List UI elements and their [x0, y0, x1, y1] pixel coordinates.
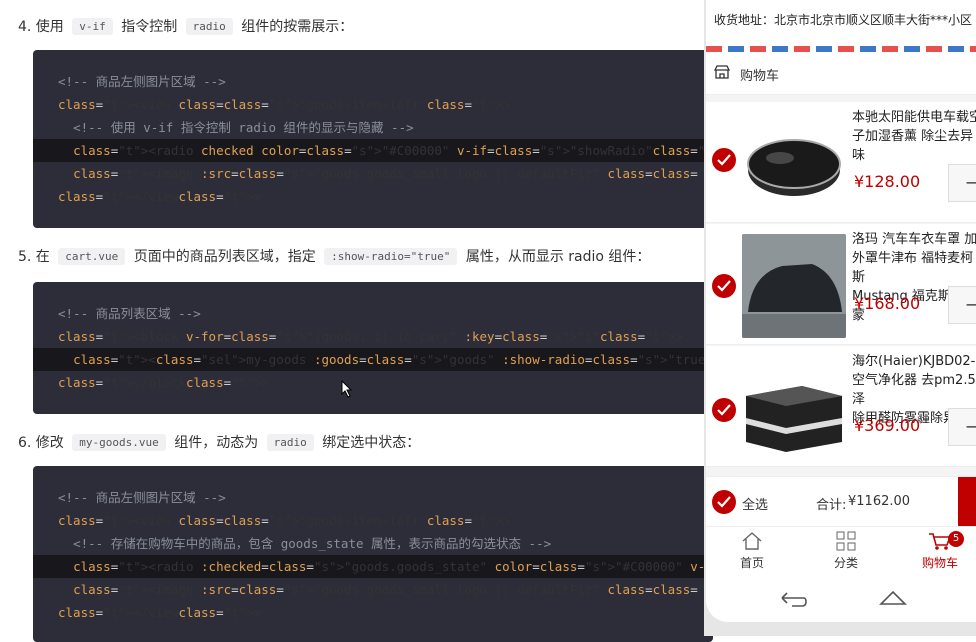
- phone-screen: 收货地址：北京市北京市顺义区顺丰大街***小区 购物车 本驰太阳能供电车载空 子…: [706, 0, 976, 622]
- tab-bar: 首页 分类 5 购物车: [706, 526, 976, 573]
- code-line: <!-- 商品左侧图片区域 -->: [58, 74, 226, 89]
- android-nav-bar: [706, 572, 976, 622]
- cart-count-badge: 5: [948, 531, 964, 547]
- checkmark-icon: [717, 404, 731, 416]
- step-text: 6. 修改: [18, 435, 64, 451]
- select-all-label: 全选: [742, 498, 769, 513]
- tab-label: 购物车: [921, 556, 958, 570]
- tab-label: 分类: [833, 556, 858, 570]
- step-text: 4. 使用: [18, 19, 64, 35]
- step-text: 属性，从而显示 radio 组件：: [465, 249, 651, 265]
- code-line: <!-- 商品左侧图片区域 -->: [58, 490, 226, 505]
- goods-image: [742, 234, 846, 338]
- total-label: 合计:: [816, 498, 847, 513]
- code-line: class="t"><view class=class="s">"goods-i…: [58, 513, 510, 528]
- code-line: class="t"></viewclass="t">>: [58, 605, 262, 620]
- goods-price: ¥369.00: [854, 416, 921, 435]
- goods-price: ¥168.00: [854, 294, 921, 313]
- quantity-minus-button[interactable]: −: [948, 164, 976, 202]
- shipping-address[interactable]: 收货地址：北京市北京市顺义区顺丰大街***小区: [706, 0, 976, 46]
- inline-code: my-goods.vue: [72, 434, 166, 451]
- home-nav-icon[interactable]: [878, 588, 908, 608]
- tab-home[interactable]: 首页: [722, 531, 782, 571]
- tab-category[interactable]: 分类: [816, 531, 876, 571]
- cart-title: 购物车: [740, 69, 780, 84]
- cart-item[interactable]: 洛玛 汽车车衣车罩 加 外罩牛津布 福特麦柯斯 Mustang 福克斯RS 蒙 …: [706, 224, 976, 345]
- code-line: class="t"></viewclass="t">>: [58, 189, 262, 204]
- code-line: class="t"><image :src=class="s">"goods.g…: [73, 582, 713, 597]
- home-icon: [742, 532, 762, 550]
- haier-purifier-image: [746, 386, 842, 452]
- checkmark-icon: [717, 154, 731, 166]
- step-text: 绑定选中状态：: [322, 435, 421, 451]
- cart-footer: 全选 合计: ¥1162.00: [706, 476, 976, 527]
- code-block-2: <!-- 商品列表区域 --> class="t"><block v-for=cl…: [33, 282, 713, 414]
- inline-code: cart.vue: [58, 248, 126, 265]
- code-line: class="t"><block v-for=class="s">"(goods…: [58, 329, 683, 344]
- checkmark-icon: [717, 496, 731, 508]
- code-line: class="t"><view class=class="s">"goods-i…: [58, 97, 510, 112]
- goods-name: 本驰太阳能供电车载空 子加湿香薰 除尘去异味: [852, 108, 976, 165]
- step-text: 5. 在: [18, 249, 50, 265]
- step-6-text: 6. 修改 my-goods.vue 组件，动态为 radio 绑定选中状态：: [18, 432, 420, 452]
- item-radio[interactable]: [712, 398, 736, 422]
- step-4-text: 4. 使用 v-if 指令控制 radio 组件的按需展示：: [18, 16, 353, 36]
- inline-code: radio: [185, 18, 233, 35]
- cart-item[interactable]: 海尔(Haier)KJBD02- 空气净化器 去pm2.5泽 除甲醛防雾霾除异味…: [706, 346, 976, 467]
- inline-code: :show-radio="true": [324, 248, 458, 265]
- code-line: <!-- 商品列表区域 -->: [58, 306, 201, 321]
- phone-emulator: 收货地址：北京市北京市顺义区顺丰大街***小区 购物车 本驰太阳能供电车载空 子…: [704, 0, 976, 636]
- car-cover-image: [742, 234, 846, 338]
- code-line: class="t"><class="sel">my-goods :goods=c…: [33, 348, 713, 371]
- shop-icon: [714, 65, 730, 79]
- cart-header: 购物车: [706, 52, 976, 95]
- step-text: 组件，动态为: [174, 435, 259, 451]
- inline-code: radio: [266, 434, 314, 451]
- tab-cart[interactable]: 5 购物车: [910, 531, 970, 571]
- goods-price: ¥128.00: [854, 172, 921, 191]
- quantity-minus-button[interactable]: −: [948, 286, 976, 324]
- cart-item[interactable]: 本驰太阳能供电车载空 子加湿香薰 除尘去异味 ¥128.00 −: [706, 102, 976, 223]
- total-amount: ¥1162.00: [848, 494, 911, 509]
- goods-image: [742, 356, 846, 460]
- code-line: class="t"><radio checked color=class="s"…: [33, 139, 713, 162]
- address-text: 收货地址：北京市北京市顺义区顺丰大街***小区: [714, 13, 973, 27]
- quantity-minus-button[interactable]: −: [948, 408, 976, 446]
- step-text: 组件的按需展示：: [241, 19, 354, 35]
- code-line: <!-- 存储在购物车中的商品，包含 goods_state 属性，表示商品的勾…: [73, 536, 552, 551]
- item-radio[interactable]: [712, 274, 736, 298]
- code-line: class="t"><image :src=class="s">"goods.g…: [73, 166, 713, 181]
- goods-image: [742, 112, 846, 216]
- documentation-page: 4. 使用 v-if 指令控制 radio 组件的按需展示： <!-- 商品左侧…: [0, 0, 713, 642]
- select-all-radio[interactable]: [712, 490, 736, 514]
- code-line: class="t"><radio :checked=class="s">"goo…: [33, 555, 713, 578]
- tab-label: 首页: [739, 556, 764, 570]
- code-block-1: <!-- 商品左侧图片区域 --> class="t"><view class=c…: [33, 50, 713, 228]
- item-radio[interactable]: [712, 148, 736, 172]
- step-5-text: 5. 在 cart.vue 页面中的商品列表区域，指定 :show-radio=…: [18, 246, 650, 266]
- step-text: 页面中的商品列表区域，指定: [133, 249, 316, 265]
- checkmark-icon: [717, 280, 731, 292]
- goods-name-text: 本驰太阳能供电车载空 子加湿香薰 除尘去异味: [852, 110, 976, 163]
- step-text: 指令控制: [121, 19, 178, 35]
- code-line: <!-- 使用 v-if 指令控制 radio 组件的显示与隐藏 -->: [73, 120, 414, 135]
- category-icon: [836, 531, 856, 551]
- mouse-cursor-icon: [341, 380, 353, 398]
- inline-code: v-if: [72, 18, 113, 35]
- air-purifier-image: [747, 139, 841, 196]
- back-icon[interactable]: [778, 588, 808, 608]
- code-block-3: <!-- 商品左侧图片区域 --> class="t"><view class=c…: [33, 466, 713, 642]
- code-line: class="t"></blockclass="t">>: [58, 375, 269, 390]
- checkout-button[interactable]: [958, 477, 976, 527]
